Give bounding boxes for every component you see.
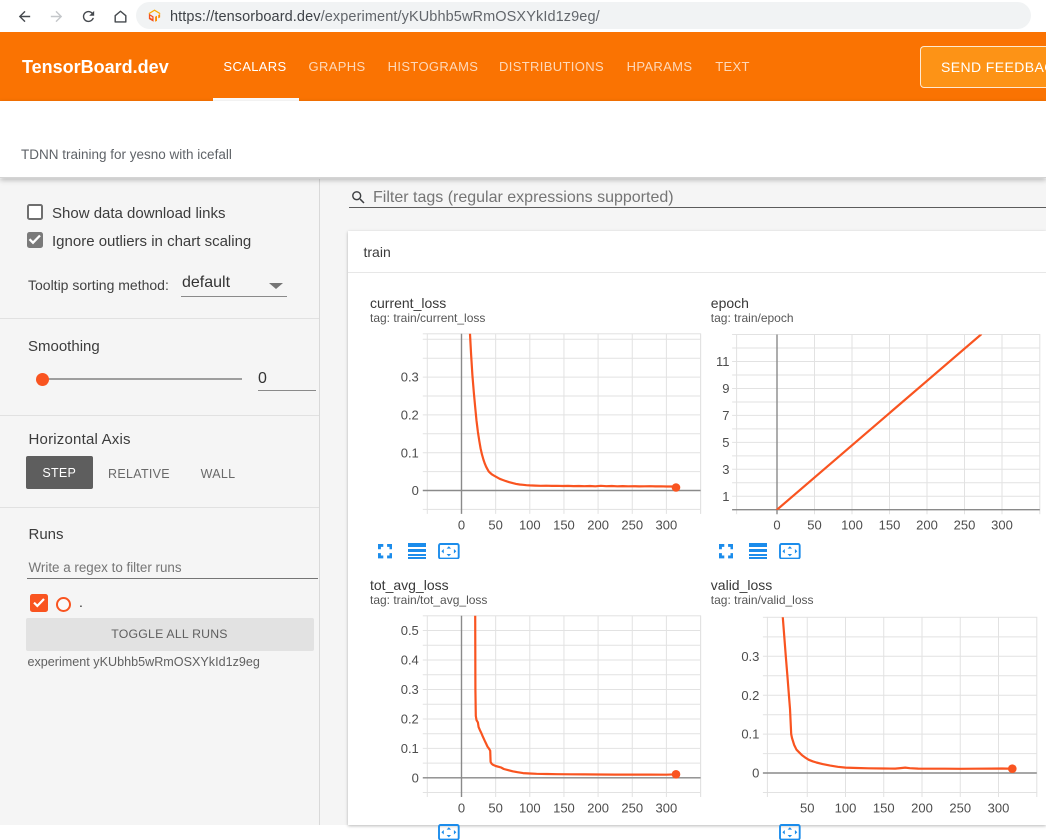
svg-text:250: 250 bbox=[621, 800, 643, 815]
svg-text:250: 250 bbox=[949, 800, 971, 815]
svg-text:0: 0 bbox=[458, 517, 465, 532]
svg-text:150: 150 bbox=[879, 517, 901, 532]
svg-text:150: 150 bbox=[553, 517, 575, 532]
svg-text:0.2: 0.2 bbox=[401, 711, 419, 726]
svg-text:50: 50 bbox=[800, 800, 814, 815]
svg-text:11: 11 bbox=[716, 354, 730, 369]
svg-text:50: 50 bbox=[807, 517, 821, 532]
svg-text:300: 300 bbox=[656, 517, 678, 532]
svg-text:100: 100 bbox=[835, 800, 857, 815]
svg-text:0: 0 bbox=[412, 770, 419, 785]
svg-text:100: 100 bbox=[519, 800, 541, 815]
svg-text:0: 0 bbox=[752, 765, 759, 780]
svg-text:300: 300 bbox=[988, 800, 1010, 815]
svg-text:100: 100 bbox=[841, 517, 863, 532]
svg-text:0: 0 bbox=[773, 517, 780, 532]
svg-text:0.2: 0.2 bbox=[401, 408, 419, 423]
svg-text:50: 50 bbox=[488, 800, 502, 815]
svg-text:0.5: 0.5 bbox=[401, 623, 419, 638]
svg-text:0.1: 0.1 bbox=[401, 445, 419, 460]
svg-text:0.3: 0.3 bbox=[401, 370, 419, 385]
svg-text:200: 200 bbox=[916, 517, 938, 532]
svg-text:7: 7 bbox=[722, 408, 729, 423]
svg-text:150: 150 bbox=[553, 800, 575, 815]
svg-text:0: 0 bbox=[412, 483, 419, 498]
svg-text:0.3: 0.3 bbox=[741, 648, 759, 663]
svg-text:250: 250 bbox=[954, 517, 976, 532]
svg-text:0.1: 0.1 bbox=[741, 726, 759, 741]
svg-text:150: 150 bbox=[873, 800, 895, 815]
svg-text:250: 250 bbox=[621, 517, 643, 532]
svg-text:1: 1 bbox=[722, 489, 729, 504]
svg-text:0: 0 bbox=[458, 800, 465, 815]
svg-text:50: 50 bbox=[488, 517, 502, 532]
svg-text:3: 3 bbox=[722, 462, 729, 477]
svg-text:300: 300 bbox=[991, 517, 1013, 532]
svg-text:200: 200 bbox=[911, 800, 933, 815]
svg-text:200: 200 bbox=[587, 800, 609, 815]
svg-text:300: 300 bbox=[656, 800, 678, 815]
svg-text:0.2: 0.2 bbox=[741, 687, 759, 702]
svg-text:200: 200 bbox=[587, 517, 609, 532]
svg-text:0.1: 0.1 bbox=[401, 741, 419, 756]
svg-text:9: 9 bbox=[722, 381, 729, 396]
svg-text:5: 5 bbox=[722, 435, 729, 450]
svg-text:100: 100 bbox=[519, 517, 541, 532]
svg-text:0.4: 0.4 bbox=[401, 652, 419, 667]
svg-text:0.3: 0.3 bbox=[401, 682, 419, 697]
